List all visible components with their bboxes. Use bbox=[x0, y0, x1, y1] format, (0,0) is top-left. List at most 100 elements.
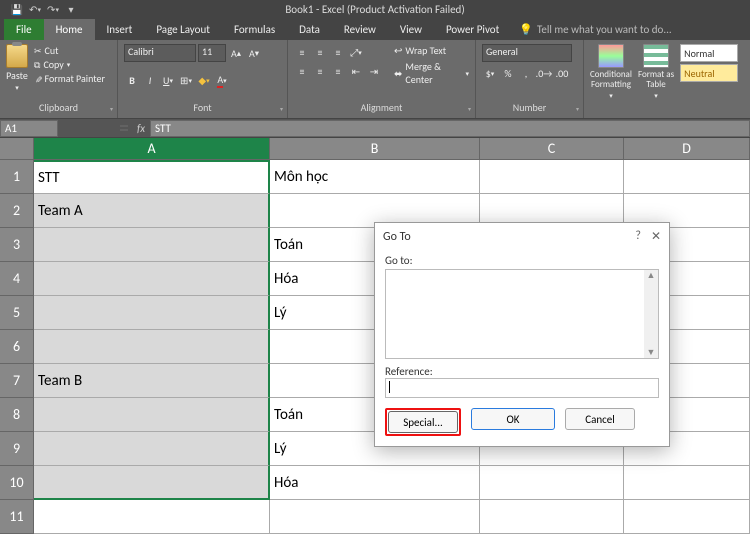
row-header-1[interactable]: 1 bbox=[0, 160, 34, 194]
tab-file[interactable]: File bbox=[4, 19, 44, 40]
copy-button[interactable]: Copy▾ bbox=[34, 58, 105, 71]
dialog-title-bar[interactable]: Go To ? ✕ bbox=[375, 223, 669, 250]
row-header-11[interactable]: 11 bbox=[0, 500, 34, 534]
special-button[interactable]: Special... bbox=[388, 411, 458, 433]
orientation-icon[interactable]: ⤢▾ bbox=[348, 44, 364, 60]
fx-icon[interactable]: fx bbox=[132, 122, 150, 135]
fill-color-button[interactable]: ◆▾ bbox=[196, 72, 212, 88]
row-header-5[interactable]: 5 bbox=[0, 296, 34, 330]
help-icon[interactable]: ? bbox=[635, 229, 641, 244]
cell-A11[interactable] bbox=[34, 500, 270, 534]
scrollbar[interactable]: ▲▼ bbox=[644, 270, 658, 358]
row-header-2[interactable]: 2 bbox=[0, 194, 34, 228]
tell-me-search[interactable]: 💡Tell me what you want to do... bbox=[511, 19, 679, 40]
wrap-text-button[interactable]: ↩Wrap Text bbox=[394, 44, 469, 57]
scroll-up-icon[interactable]: ▲ bbox=[647, 270, 656, 281]
col-header-A[interactable]: A bbox=[34, 138, 270, 160]
cell-A3[interactable] bbox=[34, 228, 270, 262]
number-format-select[interactable]: General bbox=[482, 44, 572, 62]
reference-input[interactable] bbox=[385, 378, 659, 398]
font-name-select[interactable]: Calibri bbox=[124, 44, 196, 62]
select-all-corner[interactable] bbox=[0, 138, 34, 160]
style-neutral[interactable]: Neutral bbox=[680, 64, 738, 82]
ok-button[interactable]: OK bbox=[471, 408, 555, 430]
qat-customize-icon[interactable]: ▾ bbox=[64, 2, 78, 16]
border-button[interactable]: ⊞▾ bbox=[178, 72, 194, 88]
merge-center-button[interactable]: ⬌Merge & Center▾ bbox=[394, 60, 469, 86]
row-header-9[interactable]: 9 bbox=[0, 432, 34, 466]
row-header-4[interactable]: 4 bbox=[0, 262, 34, 296]
col-header-D[interactable]: D bbox=[624, 138, 750, 160]
align-bottom-icon[interactable]: ≡ bbox=[330, 44, 346, 60]
cell-styles-gallery[interactable]: Normal Neutral bbox=[680, 44, 738, 82]
cell-B10[interactable]: Hóa bbox=[270, 466, 480, 500]
cell-C1[interactable] bbox=[480, 160, 624, 194]
decrease-decimal-icon[interactable]: .00 bbox=[554, 65, 570, 81]
conditional-formatting-button[interactable]: Conditional Formatting▾ bbox=[590, 44, 632, 99]
cell-D11[interactable] bbox=[624, 500, 750, 534]
drag-handle-icon[interactable] bbox=[120, 124, 128, 132]
accounting-format-icon[interactable]: $▾ bbox=[482, 65, 498, 81]
align-top-icon[interactable]: ≡ bbox=[294, 44, 310, 60]
cell-A2[interactable]: Team A bbox=[34, 194, 270, 228]
underline-button[interactable]: U▾ bbox=[160, 72, 176, 88]
tab-home[interactable]: Home bbox=[44, 19, 95, 40]
row-header-8[interactable]: 8 bbox=[0, 398, 34, 432]
cancel-button[interactable]: Cancel bbox=[565, 408, 635, 430]
align-right-icon[interactable]: ≡ bbox=[330, 63, 346, 79]
tab-data[interactable]: Data bbox=[287, 19, 332, 40]
save-icon[interactable]: 💾 bbox=[10, 2, 24, 16]
italic-button[interactable]: I bbox=[142, 72, 158, 88]
col-header-C[interactable]: C bbox=[480, 138, 624, 160]
redo-icon[interactable]: ↷▾ bbox=[46, 2, 60, 16]
cell-B11[interactable] bbox=[270, 500, 480, 534]
tab-power-pivot[interactable]: Power Pivot bbox=[434, 19, 511, 40]
format-as-table-button[interactable]: Format as Table▾ bbox=[638, 44, 674, 99]
tab-page-layout[interactable]: Page Layout bbox=[144, 19, 222, 40]
row-header-7[interactable]: 7 bbox=[0, 364, 34, 398]
style-normal[interactable]: Normal bbox=[680, 44, 738, 62]
row-header-6[interactable]: 6 bbox=[0, 330, 34, 364]
bold-button[interactable]: B bbox=[124, 72, 140, 88]
cell-A9[interactable] bbox=[34, 432, 270, 466]
cell-C11[interactable] bbox=[480, 500, 624, 534]
percent-format-icon[interactable]: % bbox=[500, 65, 516, 81]
align-left-icon[interactable]: ≡ bbox=[294, 63, 310, 79]
increase-font-icon[interactable]: A▴ bbox=[228, 45, 244, 61]
cell-B1[interactable]: Môn học bbox=[270, 160, 480, 194]
increase-decimal-icon[interactable]: .0→ bbox=[536, 65, 552, 81]
cell-A10[interactable] bbox=[34, 466, 270, 500]
col-header-B[interactable]: B bbox=[270, 138, 480, 160]
decrease-indent-icon[interactable]: ⇤ bbox=[348, 63, 364, 79]
cell-D10[interactable] bbox=[624, 466, 750, 500]
align-center-icon[interactable]: ≡ bbox=[312, 63, 328, 79]
row-header-3[interactable]: 3 bbox=[0, 228, 34, 262]
goto-list[interactable]: ▲▼ bbox=[385, 269, 659, 359]
cell-A5[interactable] bbox=[34, 296, 270, 330]
comma-format-icon[interactable]: , bbox=[518, 65, 534, 81]
cut-button[interactable]: Cut bbox=[34, 44, 105, 57]
cell-A7[interactable]: Team B bbox=[34, 364, 270, 398]
align-middle-icon[interactable]: ≡ bbox=[312, 44, 328, 60]
cell-A4[interactable] bbox=[34, 262, 270, 296]
tab-view[interactable]: View bbox=[388, 19, 434, 40]
decrease-font-icon[interactable]: A▾ bbox=[246, 45, 262, 61]
tab-insert[interactable]: Insert bbox=[95, 19, 145, 40]
cell-C10[interactable] bbox=[480, 466, 624, 500]
format-painter-button[interactable]: Format Painter bbox=[34, 72, 105, 85]
undo-icon[interactable]: ↶▾ bbox=[28, 2, 42, 16]
cell-A6[interactable] bbox=[34, 330, 270, 364]
scroll-down-icon[interactable]: ▼ bbox=[647, 347, 656, 358]
name-box[interactable]: A1 bbox=[0, 120, 58, 137]
font-color-button[interactable]: A▾ bbox=[214, 72, 230, 88]
close-icon[interactable]: ✕ bbox=[651, 229, 661, 244]
paste-button[interactable]: Paste ▾ bbox=[6, 44, 28, 92]
increase-indent-icon[interactable]: ⇥ bbox=[366, 63, 382, 79]
row-header-10[interactable]: 10 bbox=[0, 466, 34, 500]
cell-D1[interactable] bbox=[624, 160, 750, 194]
tab-formulas[interactable]: Formulas bbox=[222, 19, 287, 40]
font-size-select[interactable]: 11 bbox=[198, 44, 226, 62]
cell-A1[interactable]: STT bbox=[34, 160, 270, 194]
formula-bar[interactable]: STT bbox=[150, 120, 750, 137]
tab-review[interactable]: Review bbox=[332, 19, 388, 40]
